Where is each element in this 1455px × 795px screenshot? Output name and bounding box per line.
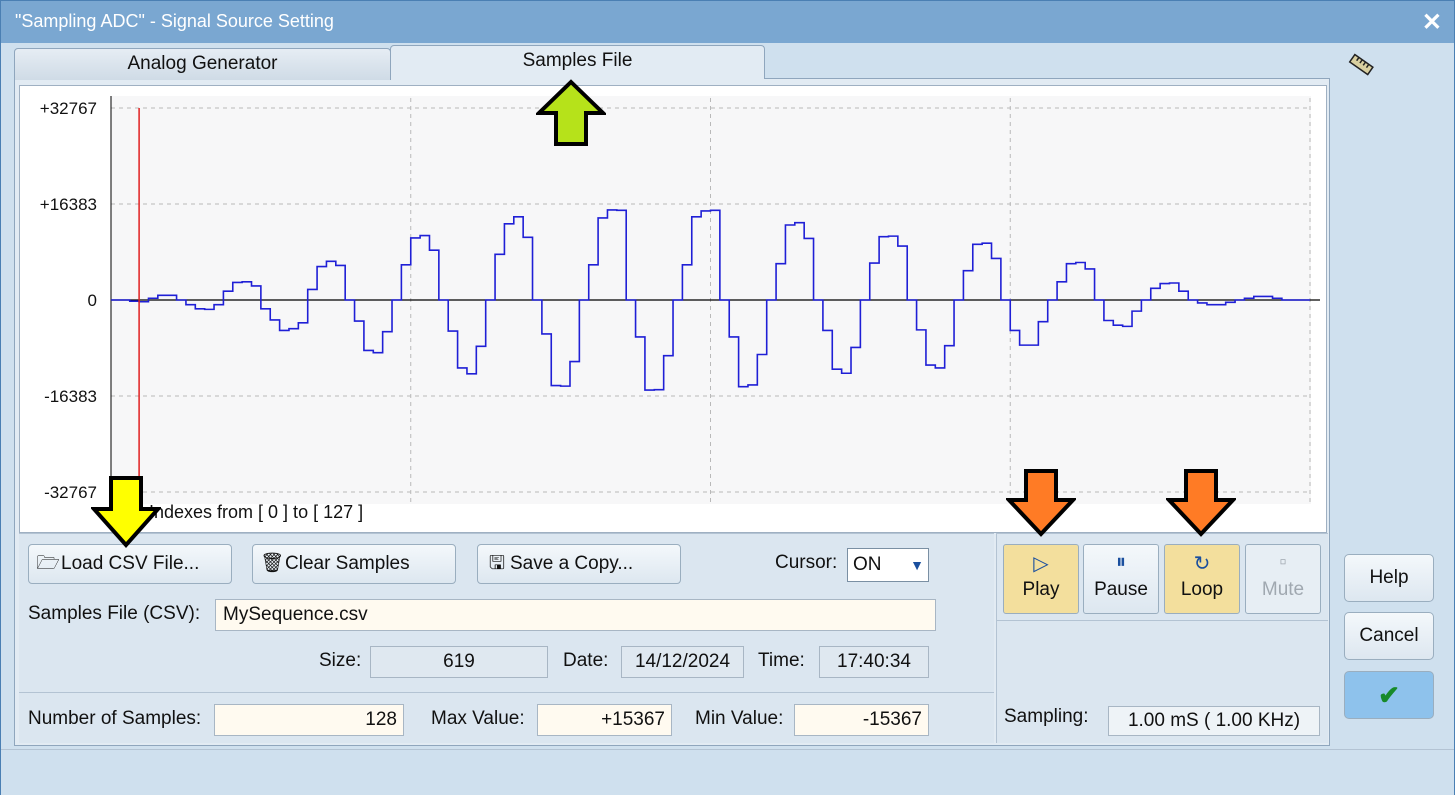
cursor-value: ON xyxy=(853,554,882,575)
min-value: -15367 xyxy=(794,704,929,736)
y-tick-label: +32767 xyxy=(40,99,97,118)
sampling-value[interactable]: 1.00 mS ( 1.00 KHz) xyxy=(1108,706,1320,736)
waveform-svg: +32767 +16383 0 -16383 -32767 Indexes from [ … xyxy=(40,96,1320,522)
help-button[interactable]: Help xyxy=(1344,554,1434,602)
time-label: Time: xyxy=(758,650,805,671)
dialog-window: "Sampling ADC" - Signal Source Setting ✕… xyxy=(0,0,1455,795)
save-copy-button[interactable]: 🖫 Save a Copy... xyxy=(477,544,681,584)
ruler-icon[interactable] xyxy=(1347,53,1375,77)
pause-icon: ⏸ xyxy=(1116,551,1126,573)
y-tick-label: -16383 xyxy=(44,387,97,406)
play-label: Play xyxy=(1022,579,1060,600)
save-copy-label: Save a Copy... xyxy=(510,553,634,574)
load-csv-button[interactable]: 🗁Load CSV File... xyxy=(28,544,232,584)
time-value: 17:40:34 xyxy=(819,646,929,678)
ok-checkmark-button[interactable]: ✔ xyxy=(1344,671,1434,719)
min-value-label: Min Value: xyxy=(695,708,784,729)
chevron-down-icon: ▼ xyxy=(910,557,924,573)
clear-samples-button[interactable]: 🗑Clear Samples xyxy=(252,544,456,584)
window-title: "Sampling ADC" - Signal Source Setting xyxy=(15,11,334,31)
max-value: +15367 xyxy=(537,704,672,736)
num-samples-value: 128 xyxy=(214,704,404,736)
pause-label: Pause xyxy=(1094,579,1148,600)
status-bar xyxy=(1,749,1454,795)
size-value: 619 xyxy=(370,646,548,678)
mute-icon: ▫ xyxy=(1279,551,1287,573)
title-bar: "Sampling ADC" - Signal Source Setting ✕ xyxy=(1,1,1454,43)
max-value-label: Max Value: xyxy=(431,708,525,729)
mute-button[interactable]: ▫ Mute xyxy=(1245,544,1321,614)
y-tick-label: 0 xyxy=(88,291,97,310)
folder-icon: 🗁 xyxy=(36,553,60,574)
pause-button[interactable]: ⏸ Pause xyxy=(1083,544,1159,614)
sampling-label: Sampling: xyxy=(1004,706,1089,727)
loop-button[interactable]: ↻ Loop xyxy=(1164,544,1240,614)
mute-label: Mute xyxy=(1261,579,1305,600)
play-button[interactable]: ▷ Play xyxy=(1003,544,1079,614)
loop-icon: ↻ xyxy=(1193,553,1211,575)
cancel-button[interactable]: Cancel xyxy=(1344,612,1434,660)
date-value: 14/12/2024 xyxy=(621,646,744,678)
y-tick-label: +16383 xyxy=(40,195,97,214)
tab-analog-generator[interactable]: Analog Generator xyxy=(14,48,391,80)
num-samples-label: Number of Samples: xyxy=(28,708,202,729)
annotation-arrow-down-orange-play xyxy=(1006,469,1076,537)
tab-samples-file[interactable]: Samples File xyxy=(390,45,765,79)
load-csv-label: Load CSV File... xyxy=(61,553,200,574)
clear-samples-label: Clear Samples xyxy=(285,553,410,574)
waveform-chart[interactable]: +32767 +16383 0 -16383 -32767 Indexes from [ … xyxy=(19,85,1327,533)
size-label: Size: xyxy=(319,650,362,671)
annotation-arrow-down-yellow xyxy=(91,476,161,549)
annotation-arrow-down-orange-loop xyxy=(1166,469,1236,537)
samples-file-label: Samples File (CSV): xyxy=(28,603,201,624)
trash-icon: 🗑 xyxy=(259,553,285,574)
date-label: Date: xyxy=(563,650,609,671)
samples-file-field[interactable]: MySequence.csv xyxy=(215,599,936,631)
annotation-arrow-up-green xyxy=(536,79,606,146)
close-icon[interactable]: ✕ xyxy=(1422,8,1442,37)
cursor-label: Cursor: xyxy=(775,552,838,573)
floppy-disk-icon: 🖫 xyxy=(488,553,506,574)
cursor-select[interactable]: ON ▼ xyxy=(847,548,929,582)
x-range-caption: Indexes from [ 0 ] to [ 127 ] xyxy=(149,502,363,522)
play-icon: ▷ xyxy=(1033,553,1049,575)
loop-label: Loop xyxy=(1180,579,1224,600)
y-tick-label: -32767 xyxy=(44,483,97,502)
